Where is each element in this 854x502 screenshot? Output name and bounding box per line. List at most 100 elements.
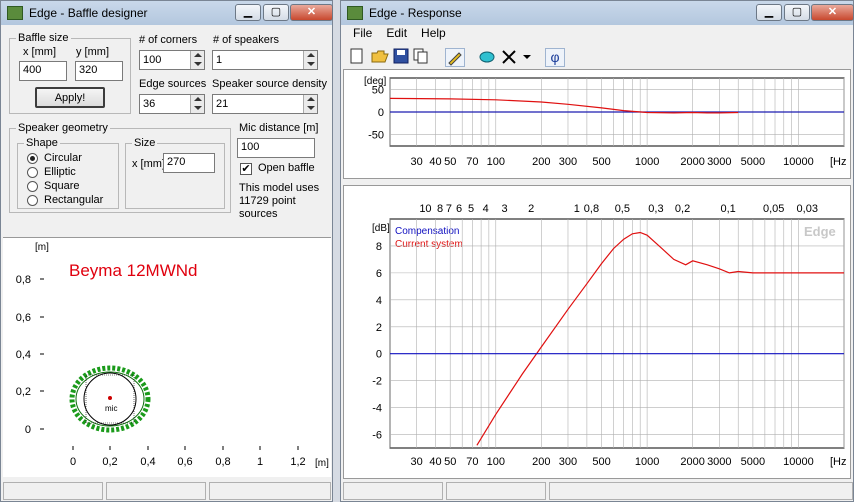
menu-edit[interactable]: Edit <box>386 26 407 40</box>
mic-distance-label: Mic distance [m] <box>239 122 319 134</box>
save-icon[interactable] <box>393 48 413 67</box>
maximize-button[interactable]: ▢ <box>784 4 810 21</box>
response-x-tick: 200 <box>532 456 550 468</box>
baffle-designer-window: Edge - Baffle designer ▁ ▢ ✕ Baffle size… <box>0 0 333 502</box>
response-x-tick: 70 <box>466 456 478 468</box>
baffle-x-tick: 0,2 <box>102 456 117 468</box>
circular-label: Circular <box>44 152 82 164</box>
response-x-tick: 1000 <box>635 456 659 468</box>
response-window: Edge - Response ▁ ▢ ✕ File Edit Help φ [… <box>340 0 854 502</box>
corners-spinner[interactable]: 100 <box>139 50 205 70</box>
corners-spin-arrows[interactable] <box>190 51 204 69</box>
response-x-unit: [Hz <box>830 456 847 468</box>
minimize-button[interactable]: ▁ <box>756 4 782 21</box>
edge-sources-spin-arrows[interactable] <box>190 95 204 113</box>
baffle-x-input[interactable]: 400 <box>19 61 67 81</box>
elliptic-label: Elliptic <box>44 166 76 178</box>
legend-compensation: Compensation <box>395 226 459 237</box>
minimize-button[interactable]: ▁ <box>235 4 261 21</box>
phase-toggle-button[interactable]: φ <box>545 48 565 67</box>
speakers-spin-arrows[interactable] <box>303 51 317 69</box>
response-top-tick: 0,3 <box>648 203 663 215</box>
response-top-tick: 2 <box>528 203 534 215</box>
edge-sources-spinner[interactable]: 36 <box>139 94 205 114</box>
model-info-line2: 11729 point <box>239 195 296 207</box>
response-unit: [dB] <box>372 223 390 234</box>
square-radio-dot[interactable] <box>27 180 38 192</box>
baffle-x-tick: 1 <box>257 456 263 468</box>
corners-value: 100 <box>143 54 162 66</box>
dropdown-arrow-icon[interactable] <box>521 48 533 67</box>
shape-elliptic-radio[interactable]: Elliptic <box>27 166 76 178</box>
shape-square-radio[interactable]: Square <box>27 180 79 192</box>
close-button[interactable]: ✕ <box>290 4 333 21</box>
speaker-density-spinner[interactable]: 21 <box>212 94 318 114</box>
baffle-y-tick: 0,4 <box>16 349 31 361</box>
toolbar: φ <box>341 46 853 70</box>
response-titlebar[interactable]: Edge - Response ▁ ▢ ✕ <box>341 1 854 25</box>
size-x-label: x [mm] <box>132 158 165 170</box>
edge-sources-label: Edge sources <box>139 78 207 90</box>
baffle-y-label: y [mm] <box>76 46 109 58</box>
mic-marker <box>108 396 112 400</box>
copy-icon[interactable] <box>413 48 433 67</box>
edge-watermark: Edge <box>804 224 836 239</box>
maximize-button[interactable]: ▢ <box>263 4 289 21</box>
mic-distance-input[interactable]: 100 <box>237 138 315 158</box>
shape-circular-radio[interactable]: Circular <box>27 152 82 164</box>
speakers-spinner[interactable]: 1 <box>212 50 318 70</box>
model-info-line3: sources <box>239 208 278 220</box>
delete-icon[interactable] <box>501 48 521 67</box>
baffle-y-input[interactable]: 320 <box>75 61 123 81</box>
open-baffle-label: Open baffle <box>258 162 315 174</box>
new-file-icon[interactable] <box>349 48 369 67</box>
elliptic-radio-dot[interactable] <box>27 166 38 178</box>
menu-help[interactable]: Help <box>421 26 446 40</box>
phase-x-tick: 1000 <box>635 156 659 168</box>
response-x-tick: 100 <box>487 456 505 468</box>
model-info-line1: This model uses <box>239 182 320 194</box>
phase-x-tick: 3000 <box>707 156 731 168</box>
response-y-tick: 0 <box>376 349 382 361</box>
baffle-size-label: Baffle size <box>16 32 71 44</box>
phase-x-tick: 300 <box>559 156 577 168</box>
phase-x-tick: 40 <box>429 156 441 168</box>
apply-button[interactable]: Apply! <box>35 87 105 108</box>
menubar: File Edit Help <box>353 26 460 40</box>
pencil-icon[interactable] <box>445 48 465 67</box>
phase-series-line <box>389 97 739 114</box>
baffle-x-tick: 0 <box>70 456 76 468</box>
circular-radio-dot[interactable] <box>27 152 38 164</box>
response-y-tick: -6 <box>372 430 382 442</box>
close-button[interactable]: ✕ <box>811 4 854 21</box>
open-baffle-checkbox[interactable]: ✔ <box>240 163 252 175</box>
phase-plot-area: [deg] [Hz 50 0 -50 30 40 50 70 100 200 300 500 1000… <box>343 69 851 179</box>
rectangular-radio-dot[interactable] <box>27 194 38 206</box>
window-title: Edge - Response <box>369 6 462 20</box>
rectangular-label: Rectangular <box>44 194 104 206</box>
speaker-density-spin-arrows[interactable] <box>303 95 317 113</box>
current-system-series-line <box>476 231 844 446</box>
phase-y-tick: 0 <box>378 107 384 119</box>
baffle-titlebar[interactable]: Edge - Baffle designer ▁ ▢ ✕ <box>1 1 333 25</box>
response-top-tick: 1 <box>574 203 580 215</box>
phase-y-tick: 50 <box>372 84 384 96</box>
speaker-geometry-label: Speaker geometry <box>16 122 110 134</box>
shape-rectangular-radio[interactable]: Rectangular <box>27 194 103 206</box>
response-top-tick: 5 <box>468 203 474 215</box>
speaker-icon[interactable] <box>478 48 498 67</box>
status-segment-1 <box>3 482 103 500</box>
open-folder-icon[interactable] <box>371 48 391 67</box>
size-x-input[interactable]: 270 <box>163 153 215 173</box>
phase-plot-svg: [deg] [Hz 500-5030 40 50 70 100 200 300 500 1000… <box>364 76 847 168</box>
size-label: Size <box>132 137 158 149</box>
response-top-tick: 0,05 <box>763 203 784 215</box>
phase-x-tick: 500 <box>592 156 610 168</box>
response-y-tick: 4 <box>376 295 382 307</box>
phase-x-tick: 2000 <box>680 156 704 168</box>
status-segment-3 <box>209 482 331 500</box>
status-segment-2 <box>446 482 546 500</box>
baffle-x-tick: 0,6 <box>177 456 192 468</box>
baffle-y-tick: 0,6 <box>16 312 31 324</box>
menu-file[interactable]: File <box>353 26 372 40</box>
